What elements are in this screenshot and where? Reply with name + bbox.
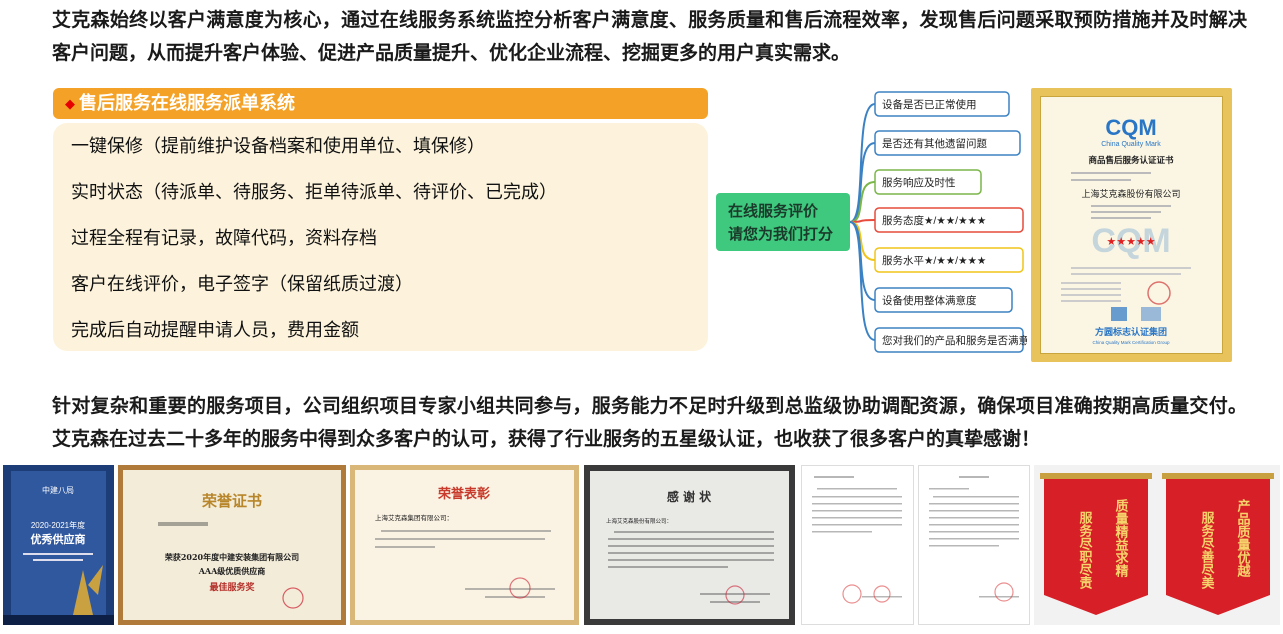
feature-item: 完成后自动提醒申请人员，费用金额 bbox=[71, 320, 359, 341]
honor-line: 最佳服务奖 bbox=[209, 581, 255, 593]
panel-title: 售后服务在线服务派单系统 bbox=[79, 93, 295, 114]
commend-title: 荣誉表彰 bbox=[437, 486, 490, 502]
feature-item: 客户在线评价，电子签字（保留纸质过渡） bbox=[71, 274, 413, 295]
cqm-certificate: CQM China Quality Mark 商品售后服务认证证书 上海艾克森股… bbox=[1031, 88, 1232, 362]
thanks-title: 感 谢 状 bbox=[667, 489, 712, 504]
feature-item: 实时状态（待派单、待服务、拒单待派单、待评价、已完成） bbox=[71, 182, 557, 203]
star-rating-icon: ★★★★★ bbox=[1106, 236, 1155, 248]
trophy-top: 中建八局 bbox=[42, 485, 74, 495]
mindmap-center-line: 请您为我们打分 bbox=[728, 225, 833, 243]
silk-banner bbox=[1166, 479, 1270, 615]
mindmap-branch-label: 您对我们的产品和服务是否满意 bbox=[882, 334, 1027, 347]
certificate-company: 上海艾克森股份有限公司 bbox=[1081, 188, 1180, 199]
banner-side-text: 产品质量优越 bbox=[1235, 498, 1252, 578]
mindmap-branch-label: 服务响应及时性 bbox=[882, 176, 956, 189]
seal-stamp-icon bbox=[873, 585, 891, 603]
badge-icon bbox=[1111, 307, 1127, 321]
silk-banner bbox=[1044, 479, 1148, 615]
feature-item: 一键保修（提前维护设备档案和使用单位、填保修） bbox=[71, 136, 485, 157]
mindmap-connector bbox=[849, 221, 876, 261]
thanks-letter-photo: 感 谢 状 上海艾克森股份有限公司： bbox=[584, 465, 795, 625]
diamond-icon: ◆ bbox=[65, 97, 75, 112]
panel-title-bar: ◆ 售后服务在线服务派单系统 bbox=[53, 88, 708, 119]
mindmap-branch-label: 服务态度★/★★/★★★ bbox=[882, 214, 986, 227]
feature-item: 过程全程有记录，故障代码，资料存档 bbox=[71, 228, 377, 249]
banner-main-text: 服务尽职尽责 bbox=[1077, 511, 1093, 590]
intro-paragraph: 艾克森始终以客户满意度为核心，通过在线服务系统监控分析客户满意度、服务质量和售后… bbox=[52, 9, 1247, 64]
honor-line: AAA级优质供应商 bbox=[198, 566, 266, 576]
seal-stamp-icon bbox=[1147, 281, 1171, 305]
mindmap-connector bbox=[849, 221, 876, 301]
cqm-logo-sub: China Quality Mark bbox=[1101, 141, 1161, 148]
letter-photo-2 bbox=[918, 465, 1030, 625]
letter-photo-1 bbox=[801, 465, 914, 625]
thanks-company: 上海艾克森股份有限公司： bbox=[606, 517, 672, 525]
mindmap-branch-label: 设备是否已正常使用 bbox=[882, 98, 977, 111]
mindmap-center-line: 在线服务评价 bbox=[728, 202, 819, 220]
iqnet-icon bbox=[1141, 307, 1161, 321]
banner-photo: 质量精益求精 服务尽职尽责 产品质量优越 服务尽善尽美 bbox=[1034, 465, 1280, 625]
honor-line: 荣获2020年度中建安装集团有限公司 bbox=[164, 552, 299, 562]
trophy-name: 优秀供应商 bbox=[31, 532, 86, 546]
certificate-title: 商品售后服务认证证书 bbox=[1088, 155, 1174, 165]
feature-list: 一键保修（提前维护设备档案和使用单位、填保修） 实时状态（待派单、待服务、拒单待… bbox=[53, 123, 708, 351]
mindmap-branch-label: 服务水平★/★★/★★★ bbox=[882, 254, 986, 267]
service-evaluation-mindmap: 在线服务评价 请您为我们打分 设备是否已正常使用是否还有其他遗留问题服务响应及时… bbox=[716, 91, 1027, 353]
certificate-issuer: 方圆标志认证集团 bbox=[1095, 326, 1167, 337]
banner-main-text: 服务尽善尽美 bbox=[1199, 511, 1215, 590]
outro-paragraph: 针对复杂和重要的服务项目，公司组织项目专家小组共同参与，服务能力不足时升级到总监… bbox=[52, 395, 1247, 450]
mindmap-branch-label: 设备使用整体满意度 bbox=[882, 294, 977, 307]
honor-certificate-photo: 荣誉证书 荣获2020年度中建安装集团有限公司 AAA级优质供应商 最佳服务奖 bbox=[118, 465, 346, 625]
seal-stamp-icon bbox=[842, 584, 862, 604]
mindmap-branch-label: 是否还有其他遗留问题 bbox=[882, 137, 987, 150]
trophy-photo: 中建八局 2020-2021年度 优秀供应商 bbox=[3, 465, 114, 625]
banner-side-text: 质量精益求精 bbox=[1113, 498, 1129, 578]
commend-company: 上海艾克森集团有限公司： bbox=[375, 513, 453, 522]
cqm-logo: CQM bbox=[1105, 115, 1156, 140]
commendation-photo: 荣誉表彰 上海艾克森集团有限公司： bbox=[350, 465, 579, 625]
mindmap-connector bbox=[849, 181, 876, 223]
certificate-issuer-sub: China Quality Mark Certification Group bbox=[1092, 340, 1170, 345]
honor-title: 荣誉证书 bbox=[201, 492, 262, 510]
trophy-year: 2020-2021年度 bbox=[31, 520, 85, 530]
seal-stamp-icon bbox=[994, 582, 1014, 602]
